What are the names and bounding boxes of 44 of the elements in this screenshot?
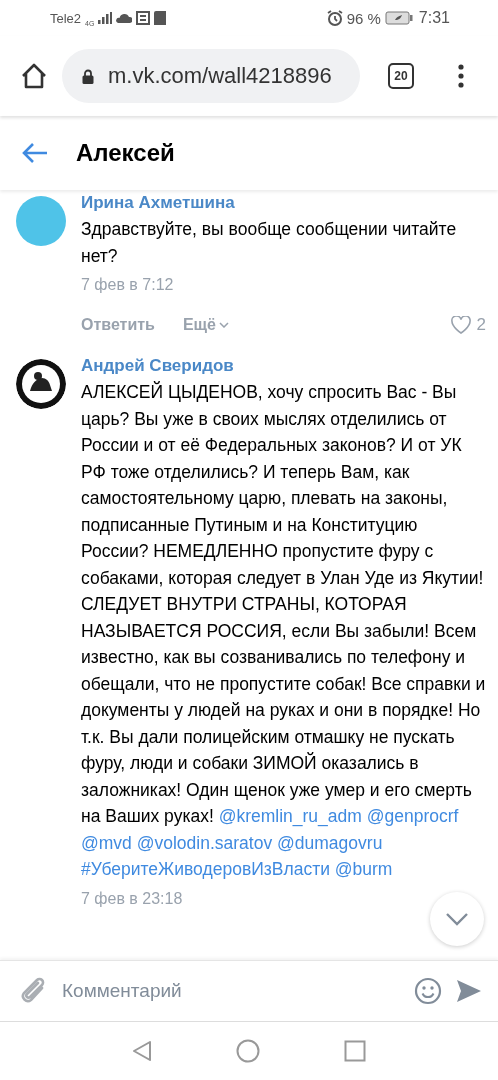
hashtag-link[interactable]: #УберитеЖиводеровИзВласти bbox=[81, 859, 330, 879]
avatar-photo-placeholder[interactable] bbox=[16, 196, 66, 246]
battery-icon bbox=[384, 11, 413, 25]
mention-link[interactable]: @burm bbox=[334, 859, 393, 879]
address-bar[interactable]: m.vk.com/wall4218896 bbox=[62, 49, 360, 103]
comment-text: АЛЕКСЕЙ ЦЫДЕНОВ, хочу спросить Вас - Вы царь? Вы уже в своих мыслях отделились от России и от её Федеральных законов? И от УК РФ тоже отделились? И теперь Вам, как самостоятельному царю, плевать на законы, подписанные Путиным и на Конституцию России? НЕМЕДЛЕННО пропустите фуру с собаками, которая следует в Улан Уде из Якутии! СЛЕДУЕТ ВНУТРИ СТРАНЫ, КОТОРАЯ НАЗЫВАЕТСЯ РОССИЯ, если Вы забыли! Всем известно, как вы созванивались по телефону и обещали, что не пропустите собак! Все справки и документы у людей на руках и они в порядке! Но т.к. Вы дали полицейским отмашку не пускать фуру, люди и собаки ЗИМОЙ оказались в заложниках! Один щенок уже умер и его смерть на Ваших руках! @kremlin_ru_adm @genprocrf @mvd @volodin.saratov @dumagovru #УберитеЖиводеровИзВласти @burm bbox=[81, 380, 486, 881]
recent-apps-icon[interactable] bbox=[344, 1040, 366, 1062]
page-title: Алексей bbox=[76, 139, 175, 167]
author-name[interactable]: Андрей Сверидов bbox=[81, 355, 486, 377]
back-arrow-icon[interactable] bbox=[22, 142, 48, 164]
mention-link[interactable]: @volodin.saratov bbox=[136, 832, 273, 853]
lock-icon bbox=[82, 68, 94, 84]
clock-time: 7:31 bbox=[418, 9, 450, 27]
signal-icon bbox=[98, 12, 113, 24]
home-circle-icon[interactable] bbox=[236, 1039, 260, 1063]
author-name[interactable]: Ирина Ахметшина bbox=[81, 192, 486, 214]
comment-text: Здравствуйте, вы вообще сообщении читайте нет? bbox=[81, 218, 458, 268]
reply-link[interactable]: Ответить bbox=[81, 316, 155, 334]
send-icon[interactable] bbox=[456, 979, 482, 1003]
tab-count-button[interactable]: 20 bbox=[388, 63, 414, 89]
mention-link[interactable]: @genprocrf bbox=[366, 806, 459, 826]
home-icon[interactable] bbox=[20, 62, 48, 90]
like-count: 2 bbox=[476, 315, 486, 335]
comment-input-field[interactable]: Комментарий bbox=[62, 976, 400, 1006]
like-button[interactable]: 2 bbox=[450, 315, 486, 335]
comment-date: 7 фев в 23:18 bbox=[81, 888, 184, 909]
chevron-down-icon bbox=[219, 322, 229, 328]
mention-link[interactable]: @kremlin_ru_adm bbox=[218, 806, 362, 826]
chevron-down-icon bbox=[445, 912, 469, 926]
back-triangle-icon[interactable] bbox=[132, 1040, 152, 1062]
emoji-icon[interactable] bbox=[414, 977, 442, 1005]
sd-card-icon bbox=[154, 11, 167, 25]
carrier-name: Tele2 bbox=[50, 10, 82, 26]
news-icon bbox=[136, 11, 151, 25]
menu-icon[interactable] bbox=[458, 64, 464, 88]
alarm-icon bbox=[326, 10, 343, 26]
mention-link[interactable]: @dumagovru bbox=[277, 832, 383, 853]
battery-percent: 96 % bbox=[346, 9, 381, 27]
cloud-icon bbox=[116, 13, 133, 23]
heart-icon bbox=[450, 316, 471, 334]
scroll-down-button[interactable] bbox=[430, 892, 484, 946]
comment-date: 7 фев в 7:12 bbox=[81, 275, 175, 295]
mention-link[interactable]: @mvd bbox=[81, 832, 132, 853]
more-menu[interactable]: Ещё bbox=[182, 316, 229, 334]
